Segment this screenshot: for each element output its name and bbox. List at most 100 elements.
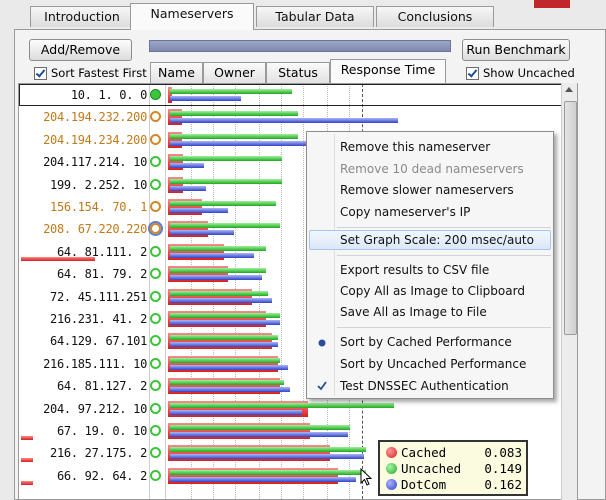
menu-item-set-graph-scale[interactable]: Set Graph Scale: 200 msec/auto	[340, 233, 534, 247]
uncached-time-bar	[170, 246, 266, 251]
row-error-marker	[21, 458, 33, 462]
sort-fastest-first-checkbox[interactable]: Sort Fastest First	[34, 66, 147, 80]
tooltip-value: 0.149	[484, 461, 522, 476]
tooltip-value: 0.162	[484, 477, 522, 492]
menu-item-copy-nameserver-ip[interactable]: Copy nameserver's IP	[340, 205, 470, 219]
green-dot-icon	[386, 463, 397, 474]
tooltip-row-uncached: Uncached 0.149	[386, 461, 522, 477]
status-warning-icon	[150, 134, 161, 145]
status-ok-icon	[150, 291, 161, 302]
status-ok-icon	[150, 335, 161, 346]
dotcom-time-bar	[170, 477, 356, 482]
nameserver-ip: 216.231. 41. 2	[50, 312, 147, 326]
nameserver-ip: 64. 81.127. 2	[56, 379, 147, 393]
show-uncached-checkbox[interactable]: Show Uncached	[466, 66, 575, 80]
checkbox-checked-icon	[34, 66, 47, 80]
checkbox-checked-icon	[466, 66, 479, 80]
vertical-scrollbar[interactable]	[561, 83, 577, 500]
dotcom-time-bar	[170, 365, 288, 370]
status-ok-icon	[150, 403, 161, 414]
status-ok-icon	[150, 156, 161, 167]
menu-item-remove-this-nameserver[interactable]: Remove this nameserver	[340, 140, 490, 154]
dotcom-time-bar	[170, 410, 302, 415]
tab-nameservers[interactable]: Nameservers	[130, 3, 254, 30]
nameserver-ip: 67. 19. 0. 10	[56, 424, 147, 438]
column-header-owner[interactable]: Owner	[203, 62, 266, 83]
nameserver-ip: 64.129. 67.101	[50, 334, 147, 348]
tab-introduction[interactable]: Introduction	[30, 6, 134, 27]
radio-selected-icon	[317, 337, 327, 347]
tooltip-row-cached: Cached 0.083	[386, 445, 522, 461]
dotcom-time-bar	[170, 387, 290, 392]
nameserver-ip: 208. 67.220.220	[43, 222, 147, 236]
status-ok-icon	[150, 380, 161, 391]
scrollbar-thumb[interactable]	[564, 101, 577, 335]
dotcom-time-bar	[170, 432, 348, 437]
uncached-time-bar	[170, 447, 366, 452]
menu-item-remove-slower-nameservers[interactable]: Remove slower nameservers	[340, 183, 514, 197]
dotcom-time-bar	[170, 342, 278, 347]
tooltip-label: DotCom	[401, 477, 447, 492]
uncached-time-bar	[170, 358, 280, 363]
nameserver-row[interactable]: 204.194.232.200	[19, 106, 577, 128]
menu-item-copy-image-clipboard[interactable]: Copy All as Image to Clipboard	[340, 284, 525, 298]
tab-tabular-data[interactable]: Tabular Data	[256, 6, 374, 27]
status-ok-icon	[150, 246, 161, 257]
uncached-time-bar	[170, 134, 298, 139]
uncached-time-bar	[170, 403, 394, 408]
column-header-status[interactable]: Status	[266, 62, 330, 83]
mouse-cursor-icon	[360, 467, 374, 491]
uncached-time-bar	[170, 291, 268, 296]
scroll-up-arrow-icon[interactable]	[565, 87, 573, 92]
nameserver-ip: 204.194.234.200	[43, 133, 147, 147]
status-selected-icon	[150, 223, 161, 234]
nameserver-ip: 204.117.214. 10	[43, 155, 147, 169]
uncached-time-bar	[170, 470, 366, 475]
dotcom-time-bar	[170, 454, 364, 459]
tooltip-value: 0.083	[484, 445, 522, 460]
row-error-marker	[21, 481, 33, 485]
nameserver-ip: 216. 27.175. 2	[50, 446, 147, 460]
timing-tooltip: Cached 0.083 Uncached 0.149 DotCom 0.162	[378, 440, 528, 496]
dotcom-time-bar	[170, 320, 280, 325]
red-dot-icon	[386, 447, 397, 458]
column-header-response-time[interactable]: Response Time	[330, 59, 446, 83]
dotcom-time-bar	[170, 163, 204, 168]
menu-separator	[337, 227, 551, 228]
nameserver-ip: 156.154. 70. 1	[50, 200, 147, 214]
uncached-time-bar	[170, 380, 284, 385]
dotcom-time-bar	[170, 298, 272, 303]
dotcom-time-bar	[170, 96, 241, 101]
menu-item-sort-cached[interactable]: Sort by Cached Performance	[340, 335, 512, 349]
nameserver-row[interactable]: 67. 19. 0. 10	[19, 420, 577, 442]
status-ok-icon	[150, 358, 161, 369]
status-ok-icon	[150, 313, 161, 324]
menu-item-save-image-file[interactable]: Save All as Image to File	[340, 305, 487, 319]
menu-item-sort-uncached[interactable]: Sort by Uncached Performance	[340, 357, 526, 371]
status-ok-icon	[150, 470, 161, 481]
menu-item-test-dnssec[interactable]: Test DNSSEC Authentication	[340, 379, 509, 393]
app-logo	[534, 0, 570, 8]
add-remove-button[interactable]: Add/Remove	[29, 39, 132, 61]
column-header-name[interactable]: Name	[150, 62, 203, 83]
nameserver-row[interactable]: 10. 1. 0. 0	[19, 84, 577, 106]
status-ok-filled-icon	[150, 89, 161, 100]
row-error-marker	[21, 436, 33, 440]
nameserver-row[interactable]: 204. 97.212. 10	[19, 398, 577, 420]
menu-item-remove-dead-nameservers[interactable]: Remove 10 dead nameservers	[340, 162, 524, 176]
blue-dot-icon	[386, 479, 397, 490]
status-ok-icon	[150, 447, 161, 458]
uncached-time-bar	[170, 156, 282, 161]
menu-item-export-csv[interactable]: Export results to CSV file	[340, 263, 489, 277]
status-ok-icon	[150, 179, 161, 190]
dotcom-time-bar	[170, 253, 254, 258]
tab-conclusions[interactable]: Conclusions	[376, 6, 494, 27]
menu-gutter	[334, 134, 335, 396]
tooltip-label: Uncached	[401, 461, 462, 476]
show-uncached-label: Show Uncached	[483, 66, 575, 80]
dotcom-time-bar	[170, 208, 228, 213]
status-warning-icon	[150, 201, 161, 212]
context-menu: Remove this nameserver Remove 10 dead na…	[306, 131, 554, 399]
dotcom-time-bar	[170, 275, 262, 280]
run-benchmark-button[interactable]: Run Benchmark	[462, 39, 570, 61]
